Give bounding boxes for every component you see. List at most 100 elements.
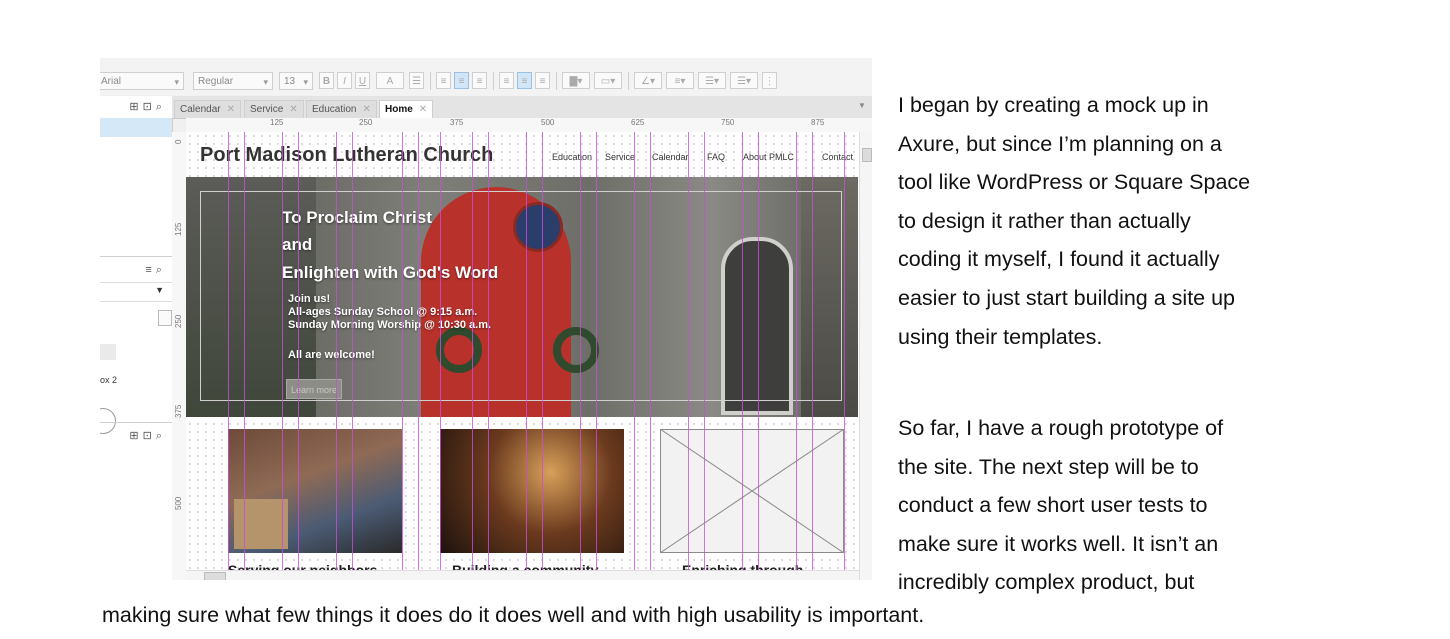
italic-button[interactable]: I bbox=[337, 72, 352, 89]
ruler-tick: 500 bbox=[174, 496, 183, 510]
layout-guide bbox=[244, 132, 245, 580]
text-line: Axure, but since I’m planning on a bbox=[898, 131, 1222, 156]
nav-faq[interactable]: FAQ bbox=[707, 152, 725, 162]
ruler-tick: 375 bbox=[174, 404, 183, 418]
valign-bottom-icon[interactable]: ≡ bbox=[535, 72, 550, 89]
learn-more-button[interactable]: Learn more bbox=[286, 379, 342, 399]
chevron-down-icon: ▼ bbox=[155, 285, 164, 295]
text-line: to design it rather than actually bbox=[898, 208, 1191, 233]
canvas-horizontal-scrollbar[interactable] bbox=[186, 570, 859, 580]
canvas-vertical-scrollbar[interactable] bbox=[859, 132, 872, 580]
align-center-icon[interactable]: ≡ bbox=[454, 72, 469, 89]
layout-guide bbox=[418, 132, 419, 580]
tab-service[interactable]: Service ✕ bbox=[244, 100, 304, 118]
panel-actions-3: ⊞⊡⌕ bbox=[129, 429, 166, 443]
underline-button[interactable]: U bbox=[355, 72, 370, 89]
align-right-icon[interactable]: ≡ bbox=[472, 72, 487, 89]
scroll-thumb[interactable] bbox=[204, 572, 226, 580]
panel-actions-2: ≡⌕ bbox=[145, 264, 166, 277]
text-line: easier to just start building a site up bbox=[898, 285, 1236, 310]
tab-education[interactable]: Education ✕ bbox=[306, 100, 377, 118]
library-select[interactable]: ▼ bbox=[100, 282, 172, 302]
close-icon[interactable]: ✕ bbox=[227, 104, 235, 115]
tab-label: Home bbox=[385, 104, 413, 115]
tab-home[interactable]: Home ✕ bbox=[379, 100, 434, 118]
widget-label: ox 2 bbox=[100, 375, 118, 385]
nav-education[interactable]: Education bbox=[552, 152, 592, 162]
tab-label: Service bbox=[250, 104, 284, 115]
hero-sunday-school: All-ages Sunday School @ 9:15 a.m. bbox=[288, 306, 478, 318]
ruler-tick: 250 bbox=[359, 118, 373, 127]
panel-scrollbar[interactable] bbox=[158, 310, 172, 326]
bullet-button[interactable]: ☰ bbox=[409, 72, 424, 89]
layout-guide bbox=[402, 132, 403, 580]
layout-guide bbox=[596, 132, 597, 580]
font-size-select[interactable]: 13 bbox=[279, 72, 313, 91]
panel-divider bbox=[100, 256, 172, 257]
add-folder-icon[interactable]: ⊡ bbox=[143, 101, 156, 113]
text-line: I began by creating a mock up in bbox=[898, 93, 1209, 117]
add-folder-icon[interactable]: ⊡ bbox=[143, 430, 156, 442]
line-color-button[interactable]: ∠▾ bbox=[634, 72, 662, 89]
ruler-tick: 0 bbox=[174, 139, 183, 144]
layout-guide bbox=[844, 132, 845, 580]
valign-middle-icon[interactable]: ≡ bbox=[517, 72, 532, 89]
line-style-button[interactable]: ☰▾ bbox=[698, 72, 726, 89]
widget-thumbnail[interactable] bbox=[100, 344, 116, 360]
shadow-button[interactable]: ▭▾ bbox=[594, 72, 622, 89]
nav-calendar[interactable]: Calendar bbox=[652, 152, 689, 162]
text-line: tool like WordPress or Square Space bbox=[898, 170, 1251, 195]
toolbar-more-button[interactable]: ⋮ bbox=[762, 72, 777, 89]
layout-guide bbox=[336, 132, 337, 580]
format-toolbar: Arial Regular 13 B I U A ☰ ≡ ≡ ≡ ≡ ≡ ≡ ▇… bbox=[100, 58, 872, 97]
tab-calendar[interactable]: Calendar ✕ bbox=[174, 100, 241, 118]
layout-guide bbox=[758, 132, 759, 580]
text-line: using their templates. bbox=[898, 324, 1103, 349]
font-family-select[interactable]: Arial bbox=[100, 72, 184, 91]
horizontal-ruler: 125 250 375 500 625 750 875 bbox=[186, 118, 872, 133]
close-icon[interactable]: ✕ bbox=[419, 104, 427, 115]
design-canvas[interactable]: Port Madison Lutheran Church Education S… bbox=[186, 132, 872, 580]
nav-service[interactable]: Service bbox=[605, 152, 635, 162]
menu-icon[interactable]: ≡ bbox=[145, 264, 155, 276]
selected-page-row[interactable] bbox=[100, 118, 172, 137]
arrow-style-button[interactable]: ☰▾ bbox=[730, 72, 758, 89]
circle-widget-icon bbox=[100, 408, 116, 434]
layout-guide bbox=[526, 132, 527, 580]
valign-top-icon[interactable]: ≡ bbox=[499, 72, 514, 89]
tabs-dropdown-icon[interactable]: ▼ bbox=[858, 101, 866, 110]
line-width-button[interactable]: ≡▾ bbox=[666, 72, 694, 89]
scroll-thumb[interactable] bbox=[862, 148, 872, 162]
search-icon[interactable]: ⌕ bbox=[156, 101, 166, 113]
paragraph-mockup: I began by creating a mock up in Axure, … bbox=[898, 86, 1428, 356]
nav-about[interactable]: About PMLC bbox=[743, 152, 794, 162]
search-icon[interactable]: ⌕ bbox=[156, 430, 166, 442]
close-icon[interactable]: ✕ bbox=[362, 104, 370, 115]
add-page-icon[interactable]: ⊞ bbox=[129, 101, 142, 113]
text-line: the site. The next step will be to bbox=[898, 454, 1199, 479]
close-icon[interactable]: ✕ bbox=[289, 104, 297, 115]
layout-guide bbox=[440, 132, 441, 580]
layout-guide bbox=[542, 132, 543, 580]
nav-contact[interactable]: Contact bbox=[822, 152, 853, 162]
hero-heading-1: To Proclaim Christ bbox=[282, 208, 432, 227]
box-image bbox=[234, 499, 288, 549]
card-image-serving[interactable] bbox=[228, 429, 402, 553]
font-style-select[interactable]: Regular bbox=[193, 72, 273, 91]
ruler-tick: 875 bbox=[811, 118, 825, 127]
ruler-tick: 750 bbox=[721, 118, 735, 127]
layout-guide bbox=[704, 132, 705, 580]
add-master-icon[interactable]: ⊞ bbox=[129, 430, 142, 442]
ruler-tick: 125 bbox=[270, 118, 284, 127]
layout-guide bbox=[228, 132, 229, 580]
search-icon[interactable]: ⌕ bbox=[156, 264, 166, 276]
tab-label: Calendar bbox=[180, 104, 221, 115]
layout-guide bbox=[812, 132, 813, 580]
font-color-button[interactable]: A bbox=[376, 72, 404, 89]
align-left-icon[interactable]: ≡ bbox=[436, 72, 451, 89]
bold-button[interactable]: B bbox=[319, 72, 334, 89]
fill-color-button[interactable]: ▇▾ bbox=[562, 72, 590, 89]
layout-guide bbox=[298, 132, 299, 580]
left-panel: ⊞⊡⌕ ≡⌕ ▼ ox 2 ⊞⊡⌕ bbox=[100, 96, 173, 580]
layout-guide bbox=[580, 132, 581, 580]
